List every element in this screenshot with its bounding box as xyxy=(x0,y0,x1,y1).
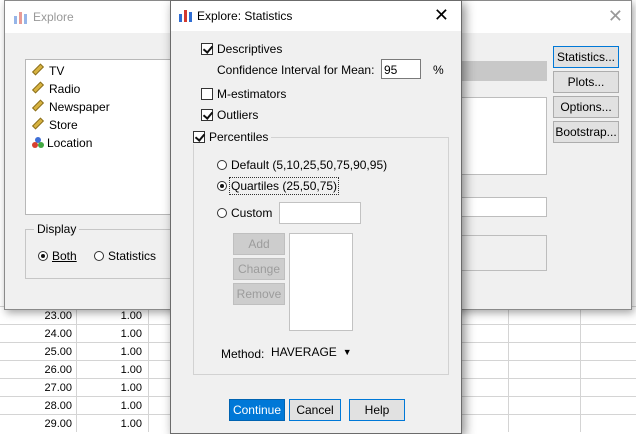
display-both-radio[interactable]: Both xyxy=(38,249,77,263)
list-item[interactable]: Radio xyxy=(31,81,80,100)
display-statistics-radio[interactable]: Statistics xyxy=(94,249,156,263)
radio-selected-icon xyxy=(38,251,48,261)
radio-icon xyxy=(94,251,104,261)
percentiles-checkbox[interactable]: Percentiles xyxy=(193,129,272,144)
default-percentiles-radio[interactable]: Default (5,10,25,50,75,90,95) xyxy=(217,158,387,172)
close-icon[interactable]: ✕ xyxy=(434,5,449,26)
options-button[interactable]: Options... xyxy=(553,96,619,118)
close-icon[interactable]: ✕ xyxy=(608,6,623,27)
spss-app-icon xyxy=(178,8,193,23)
radio-icon xyxy=(217,160,227,170)
cancel-button[interactable]: Cancel xyxy=(289,399,341,421)
table-cell[interactable]: 1.00 xyxy=(90,346,142,358)
list-item[interactable]: Location xyxy=(32,136,92,154)
table-cell[interactable]: 1.00 xyxy=(90,328,142,340)
table-cell[interactable]: 27.00 xyxy=(20,382,72,394)
plots-button[interactable]: Plots... xyxy=(553,71,619,93)
scale-variable-icon xyxy=(31,81,45,94)
custom-percentiles-radio[interactable]: Custom xyxy=(217,206,272,220)
table-cell[interactable]: 1.00 xyxy=(90,310,142,322)
ci-input[interactable]: 95 xyxy=(381,59,421,79)
checkbox-icon xyxy=(201,87,213,100)
nominal-variable-icon xyxy=(32,136,44,149)
checkbox-checked-icon xyxy=(201,42,213,55)
outliers-checkbox[interactable]: Outliers xyxy=(201,107,258,122)
table-cell[interactable]: 28.00 xyxy=(20,400,72,412)
statistics-button[interactable]: Statistics... xyxy=(553,46,619,68)
label-cases-field[interactable] xyxy=(461,197,547,217)
dependent-list[interactable] xyxy=(461,61,547,81)
list-item[interactable]: TV xyxy=(31,63,64,82)
method-label: Method: xyxy=(221,347,265,361)
factor-list[interactable] xyxy=(461,97,547,175)
table-cell[interactable]: 1.00 xyxy=(90,400,142,412)
list-item[interactable]: Newspaper xyxy=(31,99,110,118)
chevron-down-icon: ▼ xyxy=(342,347,352,357)
checkbox-checked-icon xyxy=(193,130,205,143)
statistics-dialog: Explore: Statistics ✕ Descriptives Confi… xyxy=(170,0,462,434)
radio-icon xyxy=(217,208,227,218)
table-cell[interactable]: 1.00 xyxy=(90,364,142,376)
remove-button[interactable]: Remove xyxy=(233,283,285,305)
custom-percentile-input[interactable] xyxy=(279,202,361,224)
descriptives-checkbox[interactable]: Descriptives xyxy=(201,41,282,56)
scale-variable-icon xyxy=(31,99,45,112)
scale-variable-icon xyxy=(31,117,45,130)
ci-label: Confidence Interval for Mean: xyxy=(217,63,375,77)
help-button[interactable]: Help xyxy=(349,399,405,421)
bootstrap-button[interactable]: Bootstrap... xyxy=(553,121,619,143)
m-estimators-checkbox[interactable]: M-estimators xyxy=(201,86,286,101)
method-select[interactable]: HAVERAGE ▼ xyxy=(271,345,352,359)
statistics-titlebar[interactable]: Explore: Statistics ✕ xyxy=(171,1,461,31)
list-item[interactable]: Store xyxy=(31,117,78,136)
radio-selected-icon xyxy=(217,181,227,191)
table-cell[interactable]: 26.00 xyxy=(20,364,72,376)
table-cell[interactable]: 24.00 xyxy=(20,328,72,340)
continue-button[interactable]: Continue xyxy=(229,399,285,421)
variable-list[interactable]: TV Radio Newspaper Store Location xyxy=(25,59,173,215)
statistics-title: Explore: Statistics xyxy=(197,9,293,23)
table-cell[interactable]: 1.00 xyxy=(90,418,142,430)
display-legend: Display xyxy=(34,222,80,236)
display-group: Display Both Statistics xyxy=(25,222,177,279)
empty-panel xyxy=(461,235,547,271)
spss-app-icon xyxy=(13,10,28,25)
change-button[interactable]: Change xyxy=(233,258,285,280)
scale-variable-icon xyxy=(31,63,45,76)
ci-unit: % xyxy=(433,63,444,77)
table-cell[interactable]: 23.00 xyxy=(20,310,72,322)
percentile-list[interactable] xyxy=(289,233,353,331)
table-cell[interactable]: 1.00 xyxy=(90,382,142,394)
add-button[interactable]: Add xyxy=(233,233,285,255)
table-cell[interactable]: 25.00 xyxy=(20,346,72,358)
quartiles-radio[interactable]: Quartiles (25,50,75) xyxy=(217,177,340,195)
table-cell[interactable]: 29.00 xyxy=(20,418,72,430)
checkbox-checked-icon xyxy=(201,108,213,121)
explore-title: Explore xyxy=(33,10,74,24)
